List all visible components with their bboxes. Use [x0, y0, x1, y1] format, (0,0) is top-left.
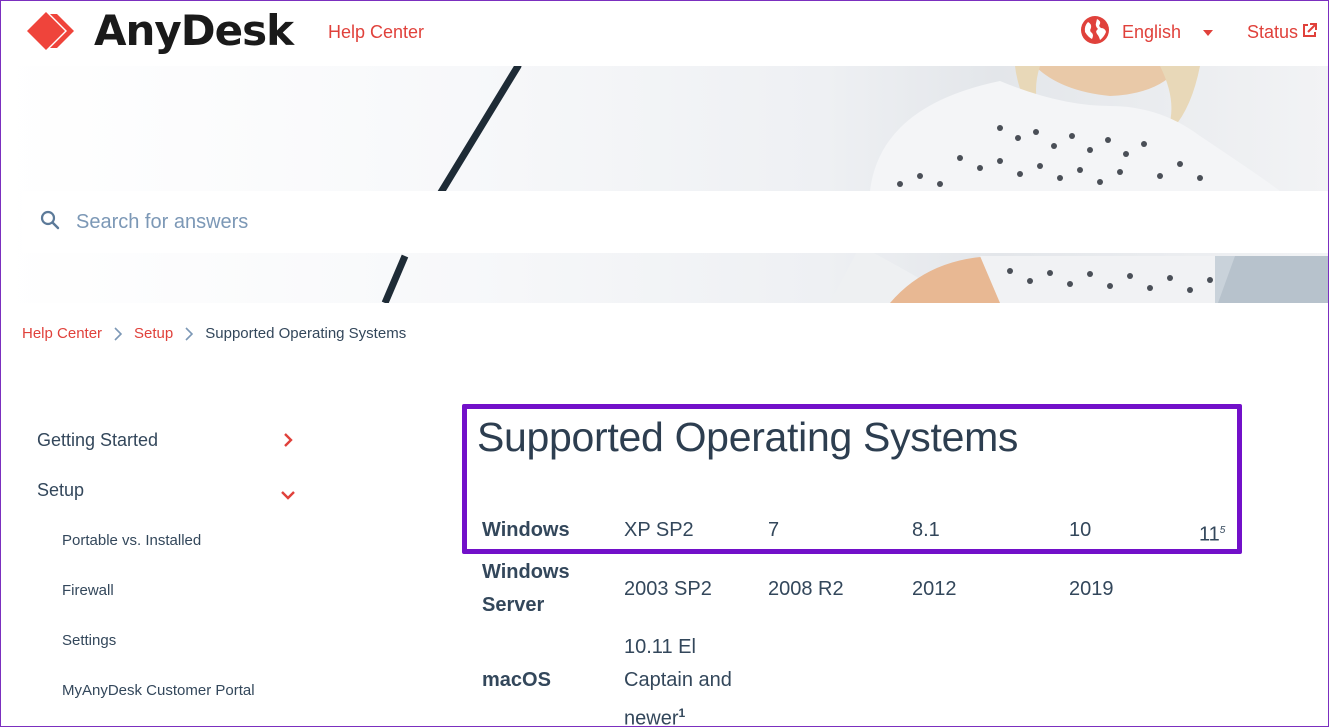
version-cell: 2012: [912, 578, 957, 600]
version-cell: 2008 R2: [768, 578, 844, 600]
breadcrumb-setup[interactable]: Setup: [134, 325, 173, 342]
version-line: Captain and: [624, 669, 732, 691]
version-line: 10.11 El: [624, 636, 696, 658]
version-cell: 2003 SP2: [624, 578, 712, 600]
version-cell: 2019: [1069, 578, 1114, 600]
site-header: AnyDesk Help Center English Status: [0, 0, 1329, 66]
anydesk-logo[interactable]: AnyDesk: [24, 6, 294, 56]
sidebar-item-setup[interactable]: Setup: [37, 465, 307, 515]
caret-down-icon: [1203, 29, 1214, 36]
os-name: macOS: [482, 669, 551, 691]
search-bar[interactable]: [22, 191, 1329, 253]
search-input[interactable]: [76, 210, 1176, 234]
os-name-line: Server: [482, 594, 545, 616]
language-label: English: [1122, 22, 1182, 42]
external-link-icon: [1298, 22, 1318, 43]
sidebar-item-getting-started[interactable]: Getting Started: [37, 415, 307, 465]
chevron-right-icon[interactable]: [282, 432, 294, 453]
globe-icon: [1080, 15, 1110, 50]
chevron-down-icon[interactable]: [280, 485, 296, 506]
sidebar-subitem-firewall[interactable]: Firewall: [37, 565, 307, 615]
breadcrumb: Help Center Setup Supported Operating Sy…: [22, 325, 406, 342]
version-value: newer: [624, 707, 679, 727]
chevron-right-icon: [185, 326, 194, 341]
status-label: Status: [1247, 22, 1299, 42]
sidebar-item-label: Setup: [37, 479, 85, 500]
help-center-link[interactable]: Help Center: [328, 22, 424, 43]
sidebar-subitem-portable[interactable]: Portable vs. Installed: [37, 515, 307, 565]
chevron-right-icon: [114, 326, 123, 341]
status-link[interactable]: Status: [1247, 22, 1318, 43]
language-selector[interactable]: English: [1080, 15, 1214, 50]
highlight-box: [462, 404, 1242, 554]
sidebar-subitem-customer-portal[interactable]: MyAnyDesk Customer Portal: [37, 665, 307, 715]
sidebar-nav: Getting Started Setup Portable vs. Insta…: [37, 415, 307, 715]
os-name-line: Windows: [482, 561, 570, 583]
breadcrumb-help-center[interactable]: Help Center: [22, 325, 102, 342]
sidebar-item-label: Getting Started: [37, 429, 159, 450]
sidebar-subitem-settings[interactable]: Settings: [37, 615, 307, 665]
hero-banner: [0, 66, 1329, 303]
brand-name: AnyDesk: [94, 6, 294, 55]
anydesk-logo-icon: [24, 6, 90, 56]
search-icon: [40, 210, 60, 235]
breadcrumb-current: Supported Operating Systems: [205, 325, 407, 342]
footnote-marker: 1: [678, 706, 686, 720]
hero-photo: [381, 66, 1329, 303]
version-line: newer1: [624, 697, 685, 727]
